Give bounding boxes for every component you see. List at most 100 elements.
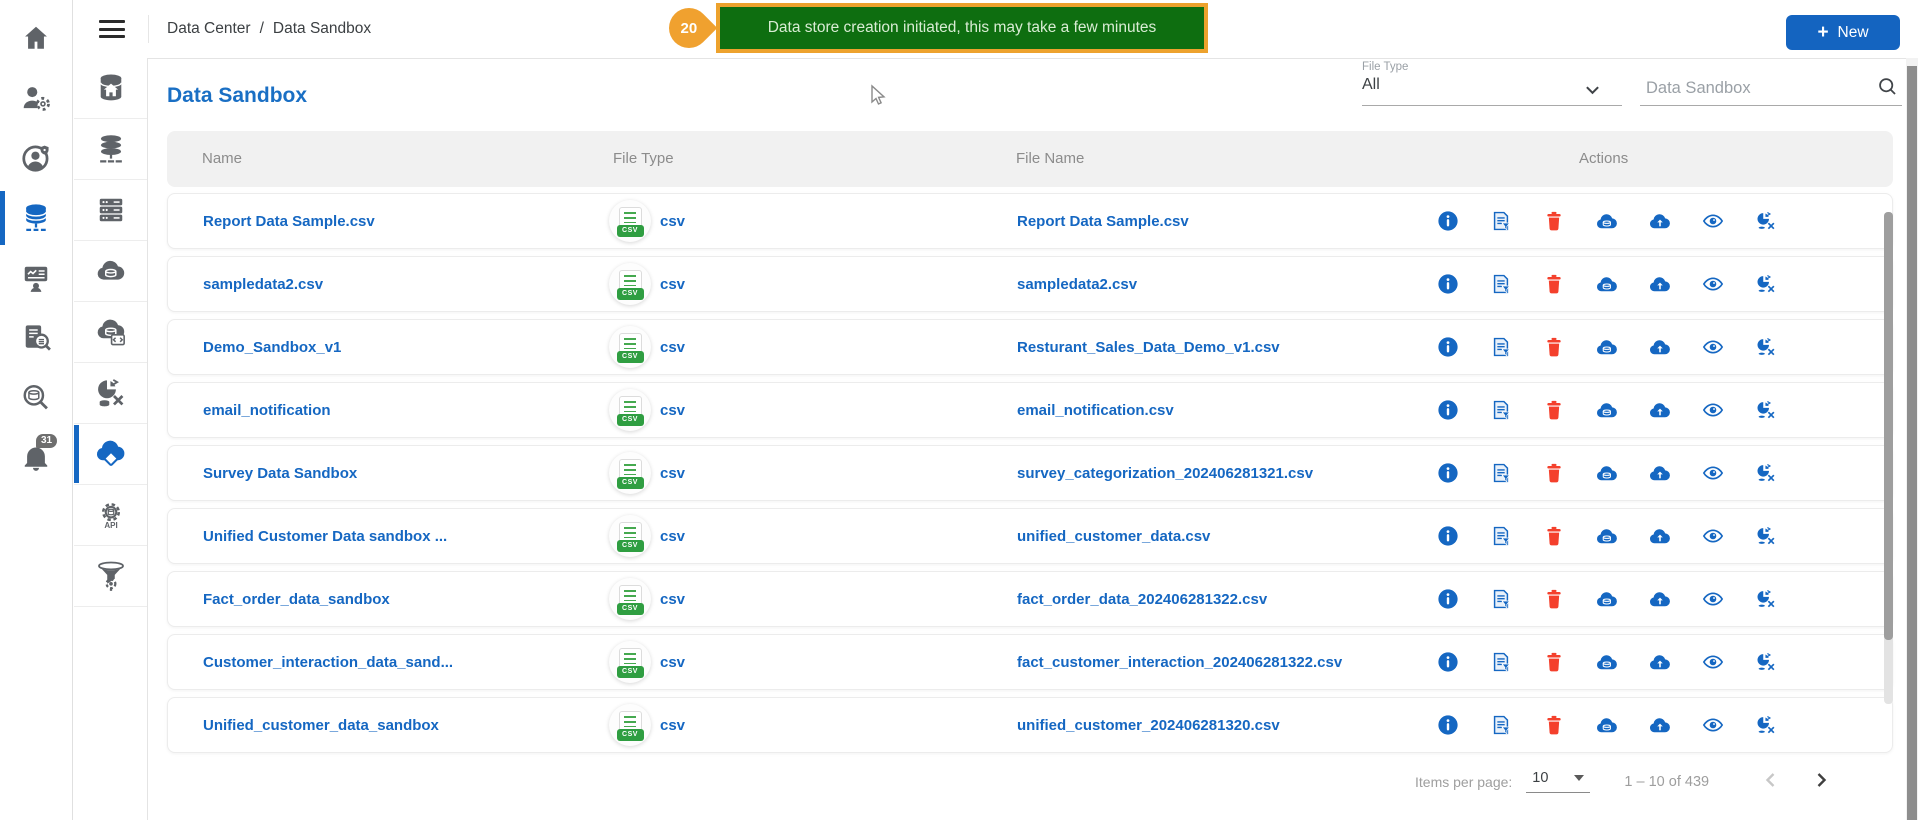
upload-button[interactable]	[1648, 524, 1672, 548]
window-scrollbar[interactable]	[1906, 58, 1918, 820]
preview-filter-button[interactable]	[1489, 587, 1513, 611]
sandbox-name-link[interactable]: Fact_order_data_sandbox	[203, 591, 390, 608]
sandbox-name-link[interactable]: sampledata2.csv	[203, 276, 323, 293]
subnav-item-data-store-home[interactable]	[74, 58, 147, 119]
subnav-item-data-transform[interactable]	[74, 363, 147, 424]
preview-filter-button[interactable]	[1489, 713, 1513, 737]
transform-button[interactable]	[1754, 713, 1778, 737]
info-button[interactable]	[1436, 461, 1460, 485]
subnav-item-data-api[interactable]	[74, 302, 147, 363]
subnav-item-api-services[interactable]: API	[74, 485, 147, 546]
nav-item-data-discovery[interactable]	[0, 368, 72, 428]
view-button[interactable]	[1701, 461, 1725, 485]
subnav-item-data-warehouse[interactable]	[74, 180, 147, 241]
nav-item-data-center[interactable]	[0, 188, 72, 248]
data-store-button[interactable]	[1595, 650, 1619, 674]
content-scrollbar-thumb[interactable]	[1884, 212, 1893, 640]
transform-button[interactable]	[1754, 272, 1778, 296]
upload-button[interactable]	[1648, 461, 1672, 485]
nav-item-notifications[interactable]: 31	[0, 428, 72, 488]
view-button[interactable]	[1701, 713, 1725, 737]
transform-button[interactable]	[1754, 650, 1778, 674]
file-type-select[interactable]: File Type All	[1362, 60, 1622, 106]
sandbox-name-link[interactable]: Unified Customer Data sandbox ...	[203, 528, 447, 545]
sandbox-name-link[interactable]: email_notification	[203, 402, 331, 419]
delete-button[interactable]	[1542, 587, 1566, 611]
transform-button[interactable]	[1754, 335, 1778, 359]
file-name-link[interactable]: email_notification.csv	[1017, 402, 1174, 419]
breadcrumb-item-data-center[interactable]: Data Center	[167, 20, 251, 38]
preview-filter-button[interactable]	[1489, 335, 1513, 359]
file-name-link[interactable]: unified_customer_data.csv	[1017, 528, 1210, 545]
transform-button[interactable]	[1754, 524, 1778, 548]
nav-item-account-security[interactable]	[0, 128, 72, 188]
delete-button[interactable]	[1542, 398, 1566, 422]
file-name-link[interactable]: fact_customer_interaction_202406281322.c…	[1017, 654, 1342, 671]
upload-button[interactable]	[1648, 398, 1672, 422]
transform-button[interactable]	[1754, 398, 1778, 422]
view-button[interactable]	[1701, 209, 1725, 233]
window-scrollbar-thumb[interactable]	[1907, 66, 1917, 820]
upload-button[interactable]	[1648, 209, 1672, 233]
data-store-button[interactable]	[1595, 335, 1619, 359]
data-store-button[interactable]	[1595, 209, 1619, 233]
sandbox-name-link[interactable]: Survey Data Sandbox	[203, 465, 357, 482]
upload-button[interactable]	[1648, 650, 1672, 674]
subnav-item-data-pipeline[interactable]	[74, 546, 147, 607]
subnav-item-data-sandbox[interactable]	[74, 424, 147, 485]
info-button[interactable]	[1436, 335, 1460, 359]
info-button[interactable]	[1436, 209, 1460, 233]
view-button[interactable]	[1701, 335, 1725, 359]
subnav-item-data-stores[interactable]	[74, 119, 147, 180]
subnav-item-cloud-data[interactable]	[74, 241, 147, 302]
delete-button[interactable]	[1542, 335, 1566, 359]
items-per-page-select[interactable]: 10	[1526, 770, 1590, 793]
info-button[interactable]	[1436, 524, 1460, 548]
info-button[interactable]	[1436, 272, 1460, 296]
upload-button[interactable]	[1648, 713, 1672, 737]
preview-filter-button[interactable]	[1489, 524, 1513, 548]
data-store-button[interactable]	[1595, 272, 1619, 296]
data-store-button[interactable]	[1595, 524, 1619, 548]
previous-page-button[interactable]	[1761, 770, 1781, 793]
file-name-link[interactable]: fact_order_data_202406281322.csv	[1017, 591, 1267, 608]
view-button[interactable]	[1701, 587, 1725, 611]
preview-filter-button[interactable]	[1489, 272, 1513, 296]
sandbox-name-link[interactable]: Unified_customer_data_sandbox	[203, 717, 439, 734]
view-button[interactable]	[1701, 272, 1725, 296]
next-page-button[interactable]	[1811, 770, 1831, 793]
info-button[interactable]	[1436, 398, 1460, 422]
file-name-link[interactable]: survey_categorization_202406281321.csv	[1017, 465, 1313, 482]
nav-item-data-catalog[interactable]	[0, 308, 72, 368]
data-store-button[interactable]	[1595, 461, 1619, 485]
new-button[interactable]: + New	[1786, 15, 1900, 50]
transform-button[interactable]	[1754, 587, 1778, 611]
nav-item-home[interactable]	[0, 8, 72, 68]
search-icon[interactable]	[1877, 76, 1898, 102]
sandbox-name-link[interactable]: Customer_interaction_data_sand...	[203, 654, 453, 671]
delete-button[interactable]	[1542, 650, 1566, 674]
transform-button[interactable]	[1754, 209, 1778, 233]
nav-item-workspace[interactable]	[0, 248, 72, 308]
file-name-link[interactable]: Resturant_Sales_Data_Demo_v1.csv	[1017, 339, 1280, 356]
data-store-button[interactable]	[1595, 587, 1619, 611]
preview-filter-button[interactable]	[1489, 650, 1513, 674]
data-store-button[interactable]	[1595, 398, 1619, 422]
transform-button[interactable]	[1754, 461, 1778, 485]
menu-toggle-button[interactable]	[99, 20, 125, 38]
preview-filter-button[interactable]	[1489, 461, 1513, 485]
breadcrumb-item-data-sandbox[interactable]: Data Sandbox	[273, 20, 371, 38]
delete-button[interactable]	[1542, 713, 1566, 737]
info-button[interactable]	[1436, 713, 1460, 737]
file-name-link[interactable]: Report Data Sample.csv	[1017, 213, 1189, 230]
nav-item-user-management[interactable]	[0, 68, 72, 128]
upload-button[interactable]	[1648, 272, 1672, 296]
delete-button[interactable]	[1542, 461, 1566, 485]
file-name-link[interactable]: unified_customer_202406281320.csv	[1017, 717, 1280, 734]
sandbox-name-link[interactable]: Demo_Sandbox_v1	[203, 339, 341, 356]
upload-button[interactable]	[1648, 587, 1672, 611]
view-button[interactable]	[1701, 650, 1725, 674]
file-name-link[interactable]: sampledata2.csv	[1017, 276, 1137, 293]
data-store-button[interactable]	[1595, 713, 1619, 737]
preview-filter-button[interactable]	[1489, 398, 1513, 422]
